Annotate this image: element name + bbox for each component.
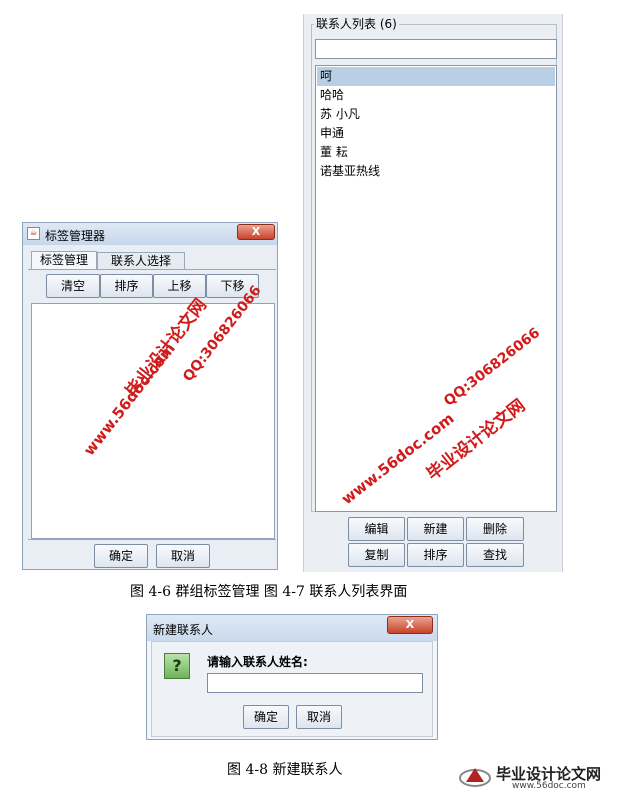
figure-caption: 图 4-6 群组标签管理 图 4-7 联系人列表界面 [130, 584, 408, 600]
logo-url: www.56doc.com [512, 781, 586, 791]
question-icon: ? [164, 653, 190, 679]
list-item[interactable]: 苏 小凡 [317, 105, 555, 124]
list-item[interactable]: 诺基亚热线 [317, 162, 555, 181]
java-app-icon: ☕ [27, 227, 40, 240]
toolbar: 清空 排序 上移 下移 [28, 269, 276, 302]
copy-button[interactable]: 复制 [348, 543, 405, 567]
window-title: 标签管理器 [45, 229, 106, 243]
search-input[interactable] [315, 39, 557, 59]
move-up-button[interactable]: 上移 [153, 274, 206, 298]
contact-name-input[interactable] [207, 673, 423, 693]
dialog-title: 新建联系人 [153, 623, 214, 637]
list-item[interactable]: 呵 [317, 67, 555, 86]
list-item[interactable]: 申通 [317, 124, 555, 143]
contact-list-legend: 联系人列表 (6) [314, 15, 399, 32]
delete-button[interactable]: 删除 [466, 517, 524, 541]
tag-list[interactable] [31, 303, 275, 539]
new-button[interactable]: 新建 [407, 517, 464, 541]
tab-tag-management[interactable]: 标签管理 [31, 251, 97, 269]
figure-caption: 图 4-8 新建联系人 [227, 762, 343, 778]
sort-button[interactable]: 排序 [100, 274, 153, 298]
dialog-body: ? 请输入联系人姓名: 确定 取消 [151, 641, 433, 737]
edit-button[interactable]: 编辑 [348, 517, 405, 541]
title-bar[interactable]: ☕ 标签管理器 X [23, 223, 277, 245]
find-button[interactable]: 查找 [466, 543, 524, 567]
list-item[interactable]: 董 耘 [317, 143, 555, 162]
cancel-button[interactable]: 取消 [296, 705, 342, 729]
contact-list-panel: 联系人列表 (6) 呵 哈哈 苏 小凡 申通 董 耘 诺基亚热线 编辑 新建 删… [303, 14, 563, 572]
contact-list[interactable]: 呵 哈哈 苏 小凡 申通 董 耘 诺基亚热线 [315, 65, 557, 512]
cancel-button[interactable]: 取消 [156, 544, 210, 568]
tag-manager-window: ☕ 标签管理器 X 标签管理 联系人选择 清空 排序 上移 下移 确定 取消 [22, 222, 278, 570]
ok-button[interactable]: 确定 [243, 705, 289, 729]
dialog-footer: 确定 取消 [28, 539, 276, 570]
title-bar[interactable]: 新建联系人 X [147, 615, 437, 641]
close-icon[interactable]: X [237, 224, 275, 240]
prompt-label: 请输入联系人姓名: [207, 655, 308, 669]
new-contact-dialog: 新建联系人 X ? 请输入联系人姓名: 确定 取消 [146, 614, 438, 740]
close-icon[interactable]: X [387, 616, 433, 634]
sort-button[interactable]: 排序 [407, 543, 464, 567]
list-item[interactable]: 哈哈 [317, 86, 555, 105]
tab-contact-selection[interactable]: 联系人选择 [97, 252, 185, 269]
logo-mark-icon [458, 762, 492, 788]
clear-button[interactable]: 清空 [46, 274, 100, 298]
ok-button[interactable]: 确定 [94, 544, 148, 568]
